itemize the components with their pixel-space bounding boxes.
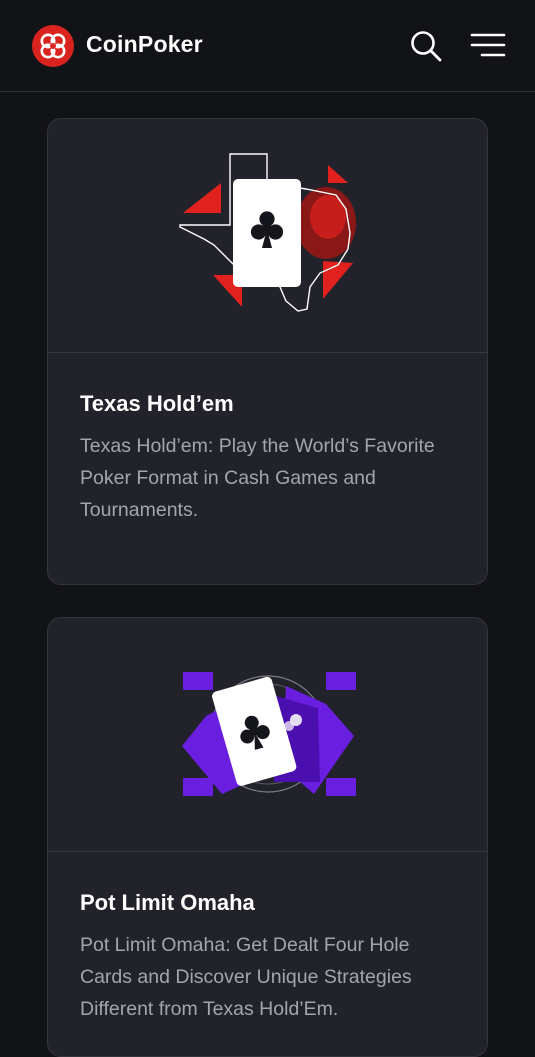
card-art bbox=[48, 618, 487, 852]
search-button[interactable] bbox=[408, 28, 444, 64]
card-art bbox=[48, 119, 487, 353]
site-header: CoinPoker bbox=[0, 0, 535, 92]
omaha-cards-club-icon bbox=[182, 672, 356, 796]
game-card-texas-holdem[interactable]: Texas Hold’em Texas Hold’em: Play the Wo… bbox=[47, 118, 488, 585]
menu-button[interactable] bbox=[469, 30, 507, 62]
texas-map-club-card-icon bbox=[179, 153, 356, 312]
card-description: Texas Hold’em: Play the World’s Favorite… bbox=[80, 435, 435, 521]
card-description: Pot Limit Omaha: Get Dealt Four Hole Car… bbox=[80, 934, 412, 1020]
card-title[interactable]: Texas Hold’em bbox=[80, 391, 234, 417]
brand-name[interactable]: CoinPoker bbox=[86, 31, 203, 58]
hamburger-menu-icon bbox=[470, 33, 506, 57]
game-card-pot-limit-omaha[interactable]: Pot Limit Omaha Pot Limit Omaha: Get Dea… bbox=[47, 617, 488, 1057]
search-icon bbox=[411, 31, 442, 62]
coinpoker-logo-icon[interactable] bbox=[32, 25, 74, 67]
card-title[interactable]: Pot Limit Omaha bbox=[80, 890, 255, 916]
